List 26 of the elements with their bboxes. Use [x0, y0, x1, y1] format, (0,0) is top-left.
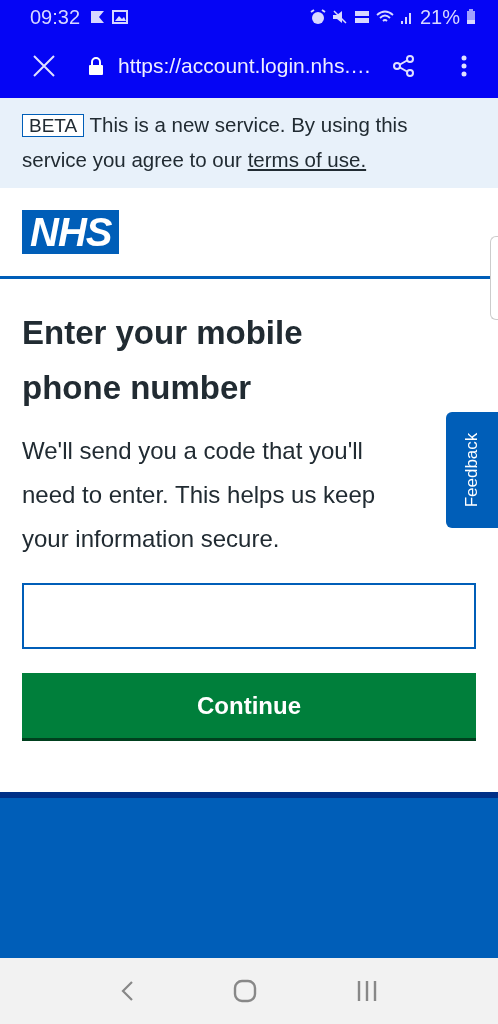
home-icon[interactable]: [233, 979, 257, 1003]
share-icon[interactable]: [392, 54, 416, 78]
close-icon[interactable]: [32, 54, 56, 78]
status-time: 09:32: [30, 5, 81, 29]
lock-icon: [88, 57, 104, 75]
mute-icon: [331, 9, 348, 25]
back-icon[interactable]: [119, 980, 134, 1002]
feedback-tab[interactable]: Feedback: [446, 412, 498, 528]
intro-text: We'll send you a code that you'll need to enter. This helps us keep your information secure.: [22, 436, 377, 554]
flag-icon: [90, 10, 107, 24]
battery-percent: 21%: [419, 5, 460, 29]
recents-icon[interactable]: [356, 980, 379, 1002]
menu-icon[interactable]: [460, 54, 468, 78]
terms-link[interactable]: terms of use.: [247, 148, 367, 171]
image-icon: [112, 10, 129, 24]
nhs-logo[interactable]: NHS: [22, 210, 120, 254]
beta-tag: BETA: [22, 114, 85, 137]
volte-icon: [353, 9, 370, 25]
alarm-icon: [309, 9, 326, 25]
phone-field[interactable]: [22, 583, 476, 649]
url-text[interactable]: https://account.login.nhs.…: [118, 54, 378, 78]
beta-notice: BETA This is a new service. By using this service you agree to our terms of use.: [22, 112, 409, 173]
battery-icon: [466, 9, 476, 25]
continue-button[interactable]: Continue: [22, 673, 476, 741]
scrollbar-thumb[interactable]: [490, 236, 498, 320]
page-heading: Enter your mobile phone number: [22, 313, 304, 408]
